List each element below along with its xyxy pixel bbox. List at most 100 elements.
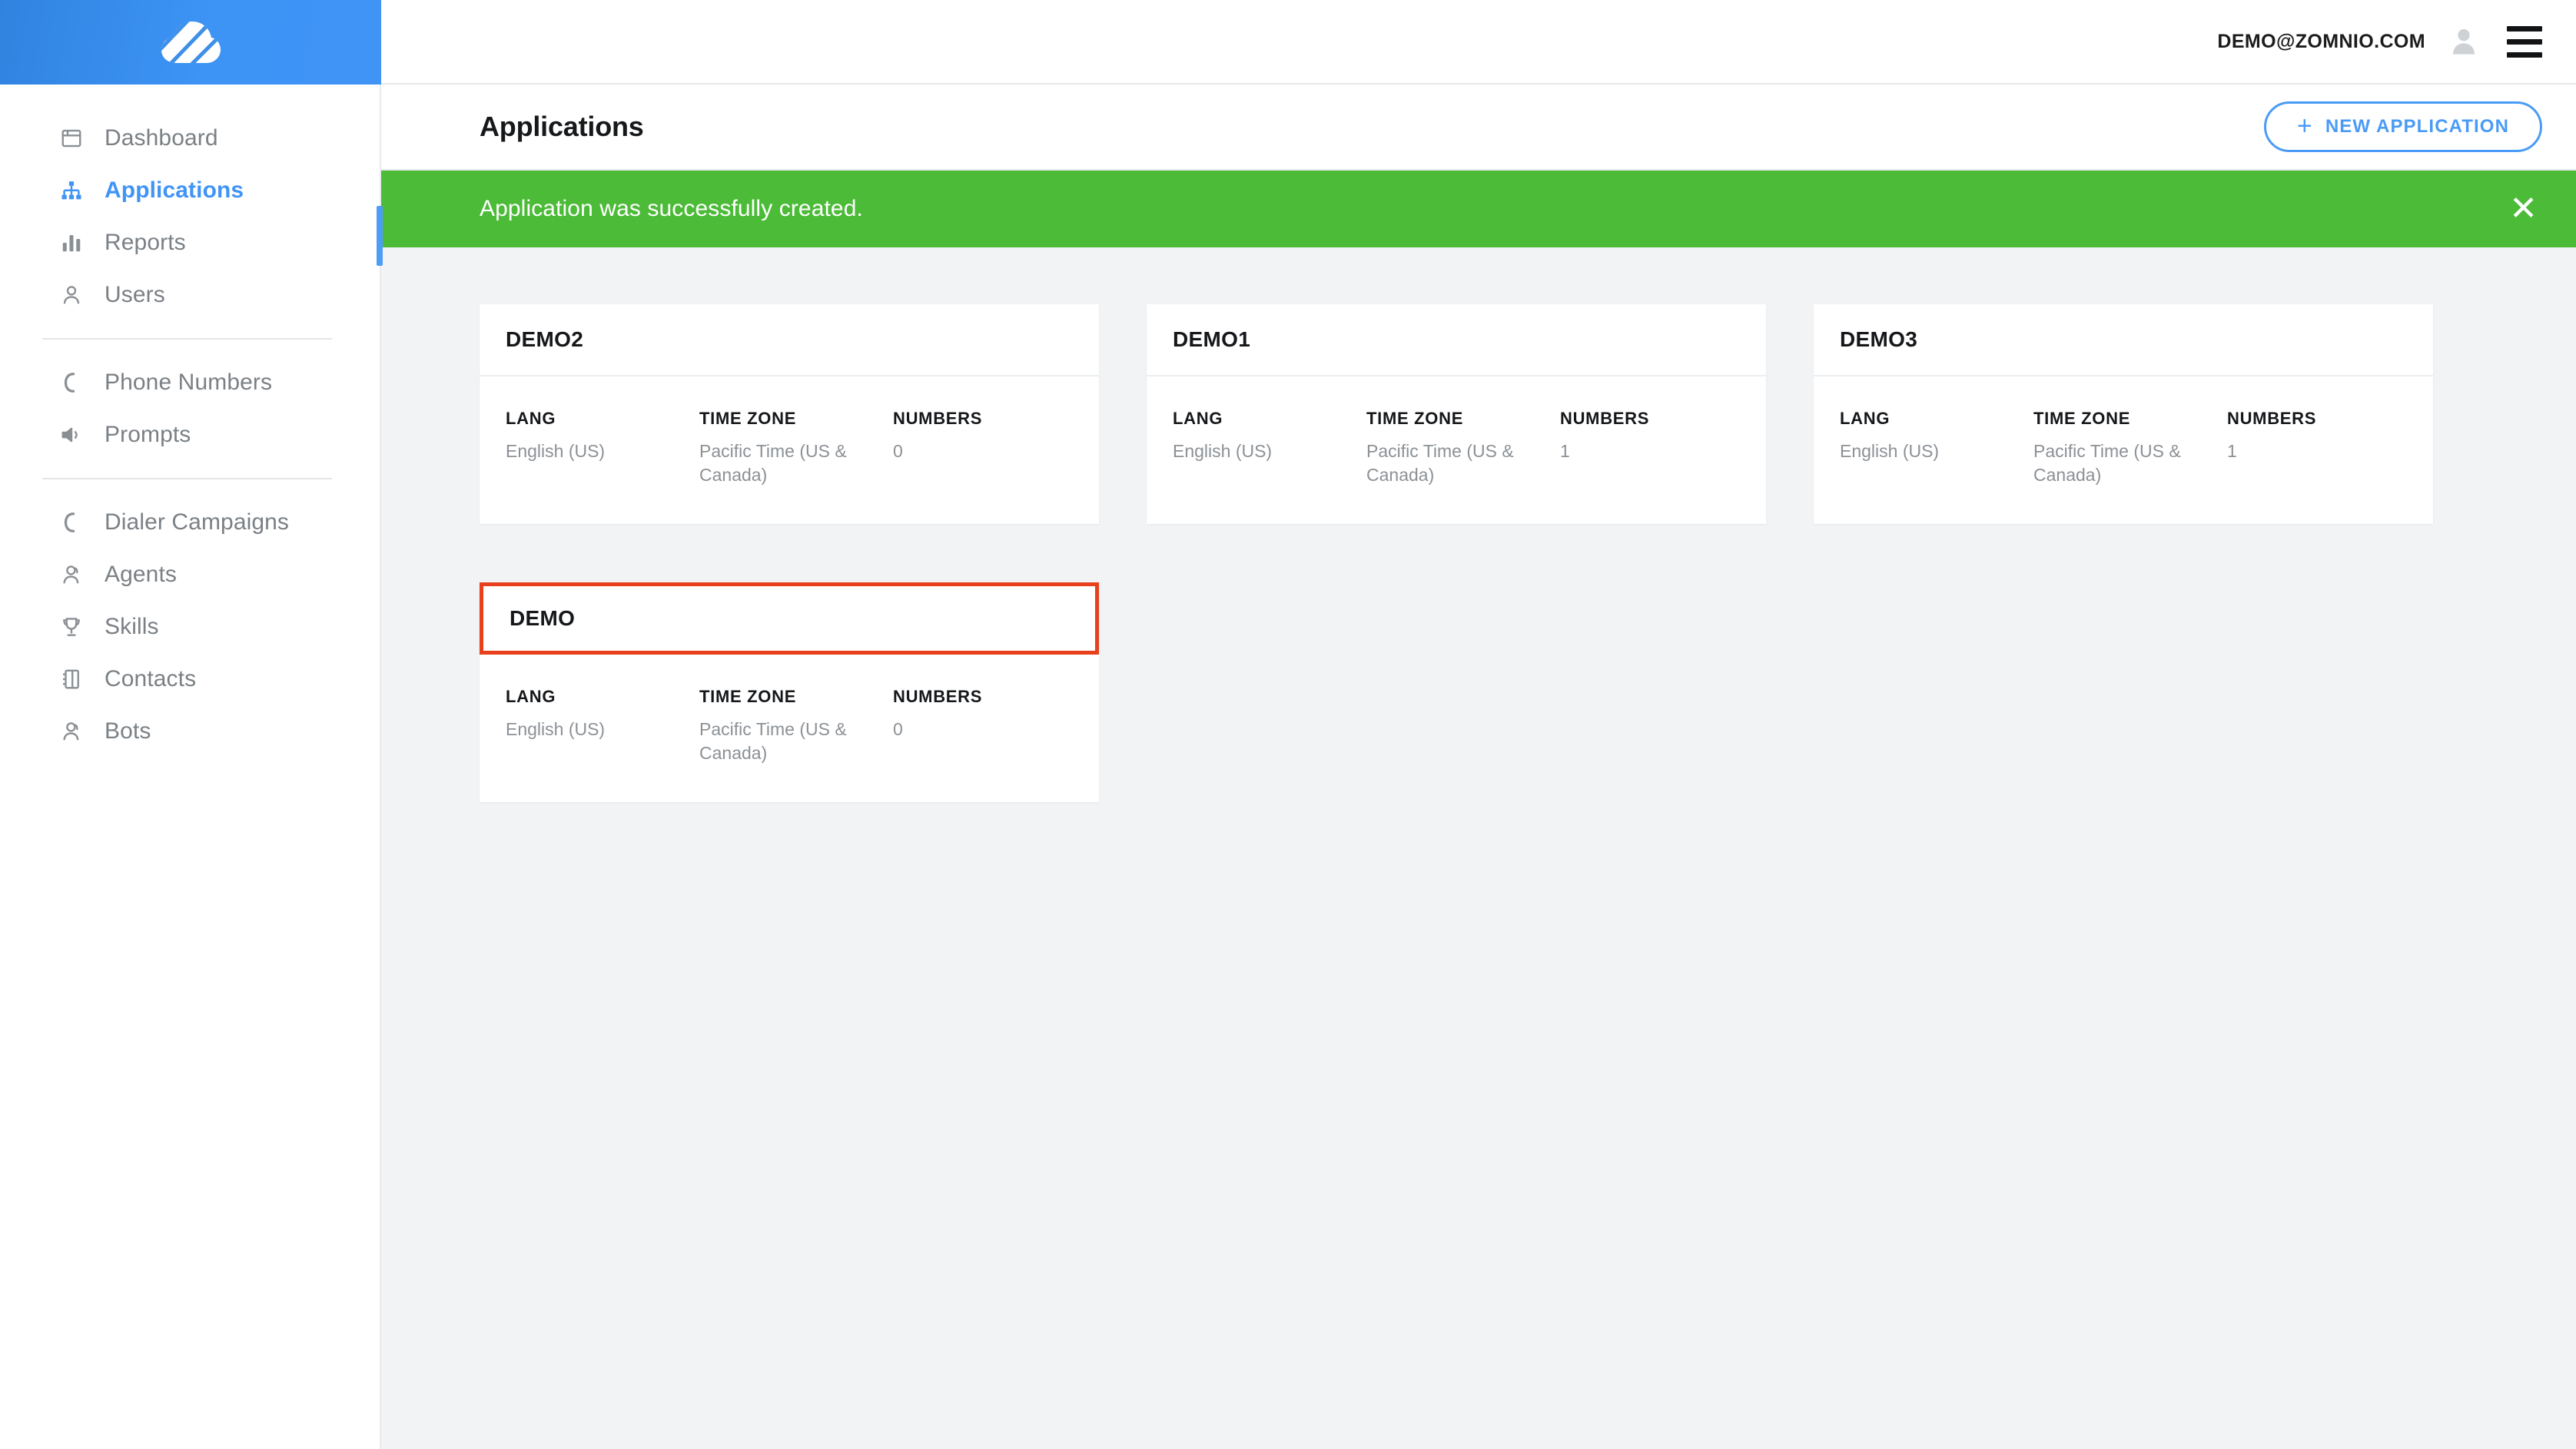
new-application-button[interactable]: + NEW APPLICATION — [2263, 101, 2542, 152]
phone-icon — [60, 511, 94, 534]
sidebar-item-contacts[interactable]: Contacts — [0, 659, 380, 699]
field-numbers: NUMBERS 0 — [893, 409, 1047, 487]
field-value-time-zone: Pacific Time (US & Canada) — [699, 719, 847, 764]
bar-chart-icon — [60, 231, 94, 254]
application-card-header[interactable]: DEMO1 — [1147, 304, 1766, 376]
field-lang: LANG English (US) — [1173, 409, 1366, 487]
application-card[interactable]: DEMO1 LANG English (US) TIME ZONE Pacifi… — [1147, 304, 1766, 525]
sidebar-item-label: Agents — [105, 562, 177, 587]
sidebar-item-bots[interactable]: Bots — [0, 711, 380, 751]
field-label-time-zone: TIME ZONE — [2033, 409, 2131, 428]
headset-user-icon — [60, 720, 94, 743]
sidebar-item-phone-numbers[interactable]: Phone Numbers — [0, 363, 380, 403]
sidebar-item-skills[interactable]: Skills — [0, 607, 380, 647]
application-card-header[interactable]: DEMO2 — [480, 304, 1099, 376]
sidebar-item-label: Reports — [105, 230, 186, 255]
application-name: DEMO3 — [1840, 327, 1918, 351]
applications-content: DEMO2 LANG English (US) TIME ZONE Pacifi… — [381, 247, 2576, 1449]
application-card[interactable]: DEMO3 LANG English (US) TIME ZONE Pacifi… — [1814, 304, 2433, 525]
sidebar: Dashboard Applications Reports Users Pho… — [0, 0, 383, 1449]
sidebar-divider-1 — [42, 338, 332, 340]
field-lang: LANG English (US) — [506, 409, 699, 487]
dashboard-window-icon — [60, 127, 94, 150]
field-value-time-zone: Pacific Time (US & Canada) — [1366, 441, 1514, 486]
field-label-time-zone: TIME ZONE — [699, 409, 797, 428]
field-label-numbers: NUMBERS — [1560, 409, 1650, 428]
sitemap-icon — [60, 179, 94, 202]
phone-icon — [60, 371, 94, 394]
logo-area[interactable] — [0, 0, 381, 85]
main-area: DEMO@ZOMNIO.COM Applications + NEW APPLI… — [381, 0, 2576, 1449]
application-card-body: LANG English (US) TIME ZONE Pacific Time… — [1814, 376, 2433, 524]
application-card-body: LANG English (US) TIME ZONE Pacific Time… — [480, 376, 1099, 524]
sidebar-group-contactcenter: Dialer Campaigns Agents Skills Contacts … — [0, 502, 380, 751]
field-value-lang: English (US) — [1173, 441, 1273, 461]
sidebar-item-dialer-campaigns[interactable]: Dialer Campaigns — [0, 502, 380, 542]
plus-icon: + — [2296, 111, 2313, 141]
user-email: DEMO@ZOMNIO.COM — [2217, 30, 2425, 52]
sidebar-item-applications[interactable]: Applications — [0, 171, 380, 211]
field-value-numbers: 1 — [2227, 441, 2237, 461]
sidebar-nav: Dashboard Applications Reports Users Pho… — [0, 85, 380, 751]
field-numbers: NUMBERS 1 — [1560, 409, 1714, 487]
application-card-body: LANG English (US) TIME ZONE Pacific Time… — [1147, 376, 1766, 524]
field-value-lang: English (US) — [506, 719, 606, 740]
application-card[interactable]: DEMO2 LANG English (US) TIME ZONE Pacifi… — [480, 304, 1099, 525]
app-root: Dashboard Applications Reports Users Pho… — [0, 0, 2576, 1449]
sidebar-item-users[interactable]: Users — [0, 275, 380, 315]
success-alert-message: Application was successfully created. — [480, 196, 863, 221]
address-book-icon — [60, 668, 94, 691]
field-value-time-zone: Pacific Time (US & Canada) — [699, 441, 847, 486]
field-label-time-zone: TIME ZONE — [1366, 409, 1464, 428]
application-card-header[interactable]: DEMO — [480, 582, 1099, 655]
sidebar-item-label: Applications — [105, 177, 244, 203]
hamburger-menu-icon[interactable] — [2507, 25, 2542, 58]
headset-user-icon — [60, 563, 94, 586]
field-time-zone: TIME ZONE Pacific Time (US & Canada) — [699, 687, 893, 765]
application-card-highlighted[interactable]: DEMO LANG English (US) TIME ZONE Pacific… — [480, 582, 1099, 803]
sidebar-item-label: Bots — [105, 718, 151, 744]
field-value-numbers: 0 — [893, 719, 903, 740]
field-time-zone: TIME ZONE Pacific Time (US & Canada) — [1366, 409, 1560, 487]
page-title: Applications — [480, 111, 644, 142]
sidebar-item-prompts[interactable]: Prompts — [0, 415, 380, 455]
field-value-lang: English (US) — [506, 441, 606, 461]
application-card-header[interactable]: DEMO3 — [1814, 304, 2433, 376]
new-application-button-label: NEW APPLICATION — [2325, 116, 2509, 137]
sidebar-active-indicator — [377, 206, 383, 266]
cloud-logo-icon — [161, 18, 221, 66]
success-alert: Application was successfully created. ✕ — [381, 171, 2576, 247]
speaker-icon — [60, 423, 94, 446]
field-value-numbers: 1 — [1560, 441, 1570, 461]
field-label-lang: LANG — [506, 409, 556, 428]
sidebar-item-label: Skills — [105, 614, 159, 639]
field-value-time-zone: Pacific Time (US & Canada) — [2033, 441, 2181, 486]
sidebar-item-dashboard[interactable]: Dashboard — [0, 118, 380, 158]
topbar: DEMO@ZOMNIO.COM — [381, 0, 2576, 85]
field-label-numbers: NUMBERS — [893, 409, 983, 428]
field-numbers: NUMBERS 0 — [893, 687, 1047, 765]
field-value-lang: English (US) — [1840, 441, 1940, 461]
user-icon — [60, 284, 94, 307]
sidebar-item-label: Phone Numbers — [105, 370, 273, 395]
close-icon[interactable]: ✕ — [2505, 192, 2542, 226]
application-name: DEMO — [510, 606, 576, 631]
sidebar-item-label: Users — [105, 282, 165, 307]
field-time-zone: TIME ZONE Pacific Time (US & Canada) — [699, 409, 893, 487]
sidebar-item-label: Contacts — [105, 666, 197, 691]
application-card-body: LANG English (US) TIME ZONE Pacific Time… — [480, 655, 1099, 802]
sidebar-item-agents[interactable]: Agents — [0, 555, 380, 595]
sidebar-item-label: Dashboard — [105, 125, 218, 151]
field-lang: LANG English (US) — [506, 687, 699, 765]
sidebar-divider-2 — [42, 478, 332, 479]
field-label-numbers: NUMBERS — [893, 687, 983, 707]
application-name: DEMO1 — [1173, 327, 1251, 351]
field-label-lang: LANG — [1173, 409, 1223, 428]
page-header: Applications + NEW APPLICATION — [381, 85, 2576, 171]
sidebar-item-label: Dialer Campaigns — [105, 509, 290, 535]
field-time-zone: TIME ZONE Pacific Time (US & Canada) — [2033, 409, 2227, 487]
field-lang: LANG English (US) — [1840, 409, 2033, 487]
user-avatar-icon[interactable] — [2448, 26, 2479, 57]
sidebar-item-reports[interactable]: Reports — [0, 223, 380, 263]
field-label-numbers: NUMBERS — [2227, 409, 2317, 428]
